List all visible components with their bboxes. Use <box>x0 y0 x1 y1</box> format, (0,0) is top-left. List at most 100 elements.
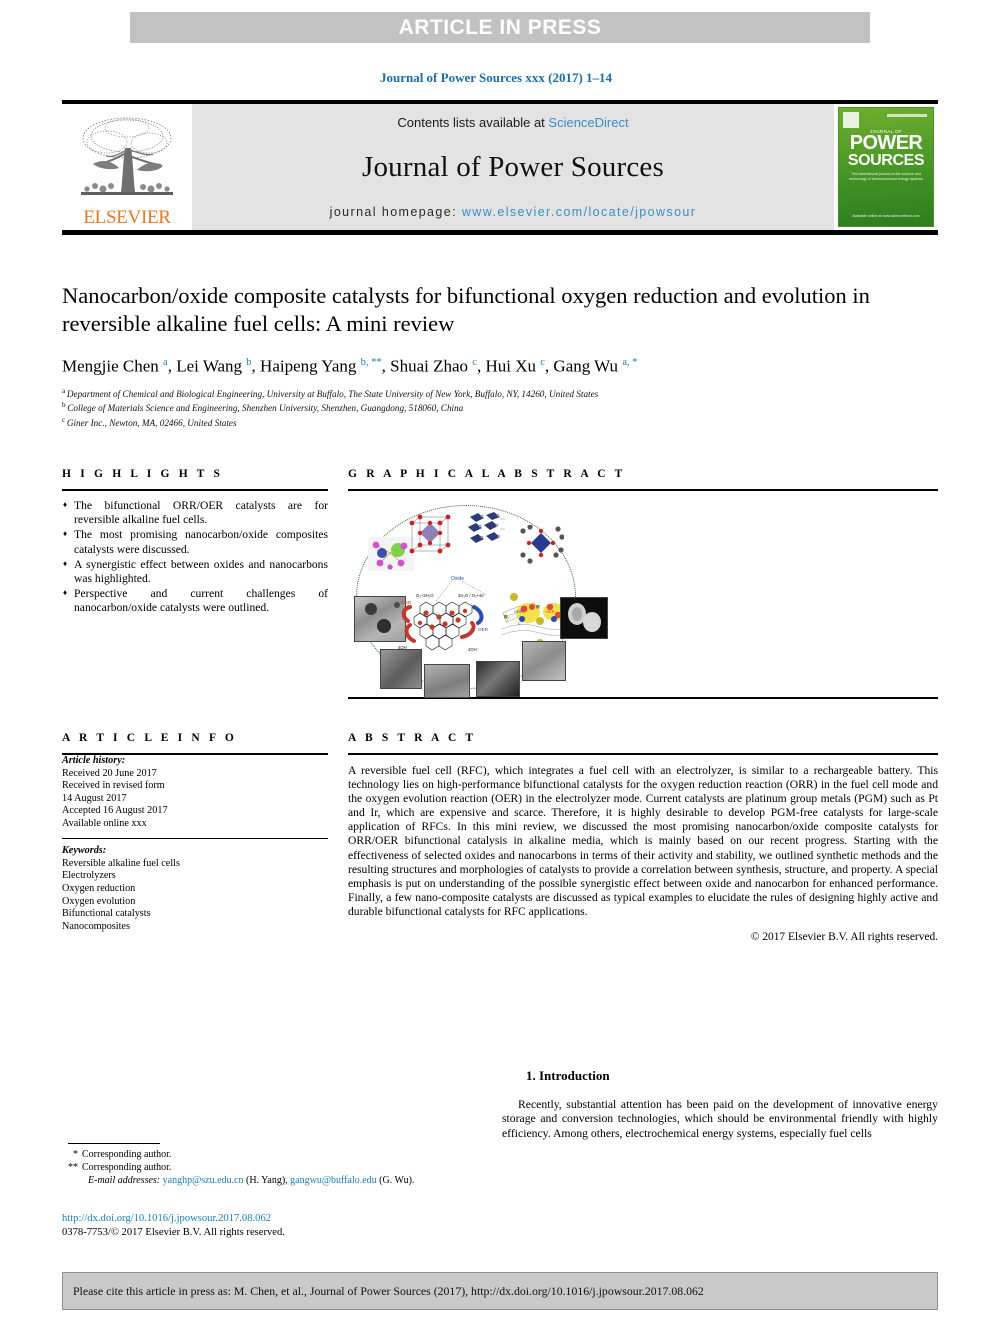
cover-footer-text: Available online at www.sciencedirect.co… <box>852 214 920 218</box>
author-name: Gang Wu <box>553 356 623 376</box>
affiliation-text: Department of Chemical and Biological En… <box>66 388 599 399</box>
masthead-bottom-rule <box>62 230 938 235</box>
cover-top-rule <box>887 114 927 117</box>
keywords-list: Reversible alkaline fuel cells Electrolyz… <box>62 858 328 934</box>
spinel-octahedron-icon <box>520 525 564 564</box>
contents-lists-prefix: Contents lists available at <box>397 115 549 130</box>
footnote-divider <box>68 1143 160 1145</box>
journal-masthead: ELSEVIER Contents lists available at Sci… <box>62 100 938 235</box>
highlight-item: Perspective and current challenges of na… <box>62 586 328 615</box>
journal-cover-image: JOURNAL OF POWER SOURCES The internation… <box>838 107 934 227</box>
journal-title: Journal of Power Sources <box>362 151 664 183</box>
author-separator: , <box>167 356 177 376</box>
article-info-heading: A R T I C L E I N F O <box>62 732 237 744</box>
introduction-paragraph: Recently, substantial attention has been… <box>502 1098 938 1140</box>
keywords-label: Keywords: <box>62 845 107 857</box>
corresponding-author-2: ** Corresponding author. <box>62 1161 492 1174</box>
email-addresses-label: E-mail addresses: <box>88 1175 161 1187</box>
info-abstract-row: A R T I C L E I N F O Article history: R… <box>62 732 938 943</box>
graphical-abstract-column: G R A P H I C A L A B S T R A C T Oxide … <box>348 468 938 699</box>
highlights-heading: H I G H L I G H T S <box>62 468 224 480</box>
author-affiliation-mark: a, * <box>622 357 638 368</box>
keyword-item: Oxygen evolution <box>62 895 136 907</box>
highlights-rule <box>62 489 328 491</box>
svg-text:2H₂O / O₂+4e⁻: 2H₂O / O₂+4e⁻ <box>458 593 486 598</box>
article-info-column: A R T I C L E I N F O Article history: R… <box>62 732 328 943</box>
keywords-block: Keywords: Reversible alkaline fuel cells… <box>62 845 328 933</box>
keyword-item: Reversible alkaline fuel cells <box>62 857 180 869</box>
tem-micrograph-right <box>560 597 608 639</box>
title-block: Nanocarbon/oxide composite catalysts for… <box>62 282 938 430</box>
footnotes-block: * Corresponding author. ** Corresponding a… <box>62 1143 492 1187</box>
highlights-graphical-row: H I G H L I G H T S The bifunctional ORR… <box>62 468 938 699</box>
article-in-press-label: ARTICLE IN PRESS <box>398 15 602 39</box>
sem-micrograph-bottom-3 <box>476 661 520 697</box>
introduction-heading: 1. Introduction <box>526 1068 610 1083</box>
doi-link[interactable]: http://dx.doi.org/10.1016/j.jpowsour.201… <box>62 1212 285 1226</box>
svg-text:O₂+2H₂O: O₂+2H₂O <box>416 593 434 598</box>
affiliation-text: Giner Inc., Newton, MA, 02466, United St… <box>66 418 237 429</box>
svg-text:ORR: ORR <box>401 600 412 605</box>
abstract-heading: A B S T R A C T <box>348 732 477 744</box>
footnote-lines: * Corresponding author. ** Corresponding a… <box>62 1148 492 1187</box>
author-name: Shuai Zhao <box>390 356 473 376</box>
cite-this-article-box: Please cite this article in press as: M.… <box>62 1272 938 1310</box>
keyword-item: Oxygen reduction <box>62 882 136 894</box>
article-history-item: Received in revised form <box>62 780 165 792</box>
author-name: Haipeng Yang <box>260 356 361 376</box>
running-head-citation: Journal of Power Sources xxx (2017) 1–14 <box>379 70 613 85</box>
highlight-item: A synergistic effect between oxides and … <box>62 557 328 586</box>
contents-lists-line: Contents lists available at ScienceDirec… <box>397 115 628 130</box>
cover-title-line1: POWER <box>849 132 923 154</box>
highlight-item: The most promising nanocarbon/oxide comp… <box>62 527 328 556</box>
corresponding-author-1: * Corresponding author. <box>62 1148 492 1161</box>
keyword-item: Nanocomposites <box>62 920 130 932</box>
article-history-block: Article history: Received 20 June 2017 Re… <box>62 755 328 831</box>
email-owner-1: (H. Yang), <box>245 1175 288 1187</box>
doi-block: http://dx.doi.org/10.1016/j.jpowsour.201… <box>62 1212 285 1240</box>
email-line: E-mail addresses: yanghp@szu.edu.cn (H. … <box>62 1174 492 1187</box>
author-separator: , <box>251 356 261 376</box>
introduction-section: 1. Introduction Recently, substantial at… <box>502 1068 938 1141</box>
article-history-item: Accepted 16 August 2017 <box>62 805 168 817</box>
corresponding-mark-1: * <box>73 1149 78 1161</box>
abstract-column: A B S T R A C T A reversible fuel cell (… <box>348 732 938 943</box>
article-in-press-banner: ARTICLE IN PRESS <box>130 12 870 43</box>
issn-copyright-line: 0378-7753/© 2017 Elsevier B.V. All right… <box>62 1227 285 1238</box>
cover-title: POWER SOURCES <box>839 132 933 169</box>
keywords-divider <box>62 837 328 840</box>
affiliation-list: a Department of Chemical and Biological … <box>62 386 938 430</box>
highlights-column: H I G H L I G H T S The bifunctional ORR… <box>62 468 328 699</box>
svg-text:C: C <box>518 622 521 626</box>
article-history-item: Available online xxx <box>62 817 147 829</box>
journal-cover-thumbnail: JOURNAL OF POWER SOURCES The internation… <box>834 104 938 230</box>
journal-homepage-link[interactable]: www.elsevier.com/locate/jpowsour <box>462 205 696 219</box>
graphical-abstract-figure: Oxide ORR OER O₂+2H₂O 2H₂O / O₂+4e⁻ 4OH⁻… <box>348 501 938 698</box>
corresponding-mark-2: ** <box>68 1162 78 1174</box>
cover-subtitle: The international journal on the science… <box>849 172 923 181</box>
svg-text:4OH⁻: 4OH⁻ <box>468 647 479 652</box>
author-name: Mengjie Chen <box>62 356 164 376</box>
sciencedirect-link[interactable]: ScienceDirect <box>548 115 628 130</box>
perovskite-unit-cell-icon <box>409 514 451 554</box>
corresponding-text-1: Corresponding author. <box>82 1149 172 1161</box>
tem-micrograph-bottom-4 <box>522 641 566 681</box>
keyword-item: Electrolyzers <box>62 870 116 882</box>
svg-text:OER: OER <box>478 627 489 632</box>
article-history-item: Received 20 June 2017 <box>62 767 157 779</box>
elsevier-tree-icon <box>73 112 181 208</box>
email-owner-2: (G. Wu). <box>379 1175 415 1187</box>
graphical-abstract-heading: G R A P H I C A L A B S T R A C T <box>348 468 626 480</box>
graphical-abstract-rule <box>348 489 938 491</box>
article-history-label: Article history: <box>62 755 126 766</box>
cover-elsevier-mark-icon <box>843 112 859 128</box>
tem-micrograph-bottom-2 <box>424 664 470 698</box>
abstract-rule <box>348 753 938 755</box>
email-link-1[interactable]: yanghp@szu.edu.cn <box>163 1175 244 1186</box>
layered-oxide-structure-icon <box>468 512 505 543</box>
email-link-2[interactable]: gangwu@buffalo.edu <box>290 1175 377 1186</box>
abstract-text: A reversible fuel cell (RFC), which inte… <box>348 764 938 918</box>
author-separator: , <box>381 356 391 376</box>
cite-this-article-text: Please cite this article in press as: M.… <box>73 1283 704 1298</box>
article-page: ARTICLE IN PRESS Journal of Power Source… <box>0 0 992 1323</box>
